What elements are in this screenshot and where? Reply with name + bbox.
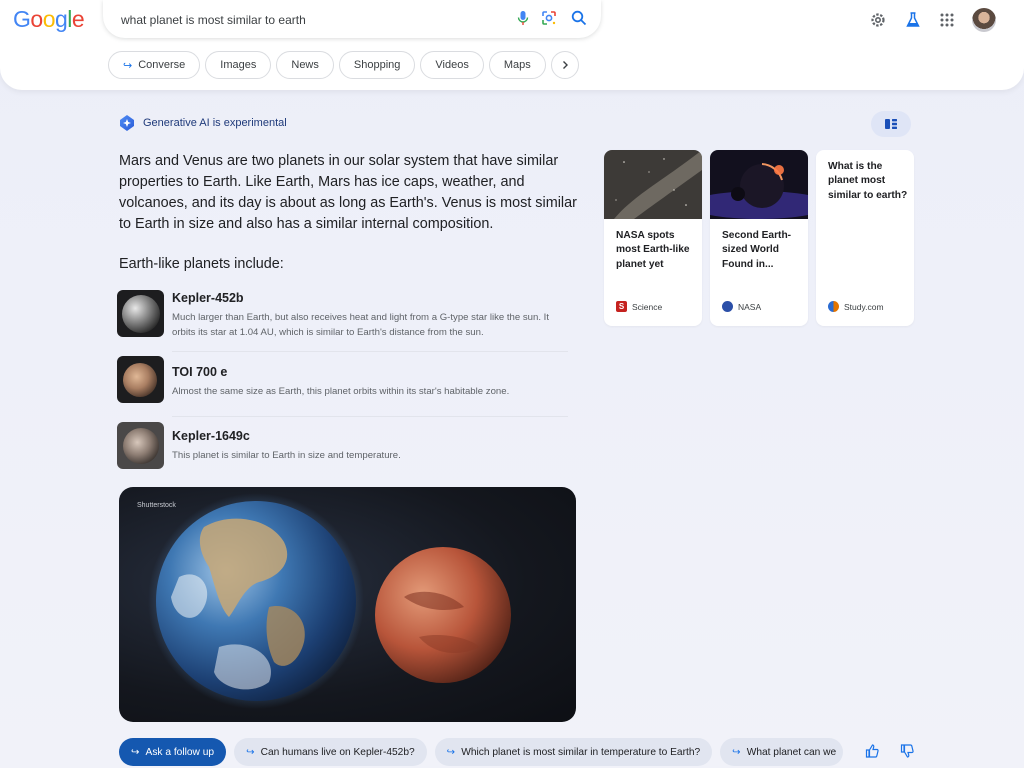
thumbs-up-icon bbox=[865, 744, 879, 758]
logo-letter: e bbox=[71, 6, 85, 32]
planet-description: Much larger than Earth, but also receive… bbox=[172, 312, 550, 338]
layout-toggle-button[interactable] bbox=[871, 111, 911, 137]
search-input[interactable]: what planet is most similar to earth bbox=[121, 13, 306, 27]
logo-letter: o bbox=[42, 6, 56, 32]
layout-icon bbox=[885, 119, 897, 129]
settings-icon[interactable] bbox=[869, 11, 887, 29]
list-item[interactable]: Kepler-452b Much larger than Earth, but … bbox=[117, 290, 569, 340]
arrow-icon: ↪ bbox=[732, 746, 741, 758]
search-box[interactable]: what planet is most similar to earth bbox=[103, 0, 601, 38]
follow-up-suggestion[interactable]: ↪ What planet can we bbox=[720, 738, 844, 766]
tab-label: Shopping bbox=[353, 59, 401, 71]
list-item[interactable]: Kepler-1649c This planet is similar to E… bbox=[117, 422, 569, 470]
thumbs-down-icon bbox=[900, 744, 914, 758]
tab-news[interactable]: News bbox=[276, 51, 334, 79]
follow-up-suggestion[interactable]: ↪ Can humans live on Kepler-452b? bbox=[234, 738, 427, 766]
source-site: S Science bbox=[616, 301, 662, 312]
account-avatar[interactable] bbox=[972, 8, 996, 32]
planet-description: Almost the same size as Earth, this plan… bbox=[172, 386, 510, 397]
source-card[interactable]: What is the planet most similar to earth… bbox=[816, 150, 914, 326]
arrow-icon: ↪ bbox=[446, 746, 456, 758]
google-logo[interactable]: Google bbox=[13, 6, 85, 33]
planet-name[interactable]: Kepler-452b bbox=[172, 291, 244, 305]
planet-thumbnail bbox=[117, 422, 164, 469]
source-thumbnail bbox=[604, 150, 702, 219]
labs-icon[interactable] bbox=[904, 11, 922, 29]
source-title[interactable]: Second Earth-sized World Found in... bbox=[722, 229, 802, 272]
logo-letter: g bbox=[54, 6, 68, 32]
follow-up-label: Ask a follow up bbox=[145, 746, 215, 758]
more-tabs-button[interactable] bbox=[550, 51, 579, 79]
search-icon[interactable] bbox=[570, 9, 588, 27]
tab-maps[interactable]: Maps bbox=[488, 51, 546, 79]
ai-badge-label: Generative AI is experimental bbox=[143, 117, 287, 129]
source-site-name: NASA bbox=[738, 301, 762, 312]
study-logo-icon bbox=[828, 301, 839, 312]
earth-like-heading: Earth-like planets include: bbox=[119, 256, 284, 272]
source-site-name: Study.com bbox=[844, 301, 884, 312]
arrow-icon: ↪ bbox=[123, 59, 133, 72]
generative-ai-icon bbox=[120, 115, 134, 131]
ai-experimental-badge: Generative AI is experimental bbox=[118, 114, 287, 132]
lens-icon[interactable] bbox=[540, 9, 558, 27]
earth-mars-image[interactable]: Shutterstock bbox=[119, 487, 576, 722]
tab-images[interactable]: Images bbox=[205, 51, 272, 79]
list-item[interactable]: TOI 700 e Almost the same size as Earth,… bbox=[117, 356, 569, 404]
source-thumbnail bbox=[710, 150, 808, 219]
thumbs-up-button[interactable] bbox=[861, 740, 883, 762]
ai-summary-text: Mars and Venus are two planets in our so… bbox=[119, 153, 577, 232]
tab-videos[interactable]: Videos bbox=[420, 51, 484, 79]
follow-up-suggestion[interactable]: ↪ Which planet is most similar in temper… bbox=[434, 738, 713, 766]
planet-thumbnail bbox=[117, 290, 164, 337]
planet-thumbnail bbox=[117, 356, 164, 403]
source-card[interactable]: Second Earth-sized World Found in... NAS… bbox=[710, 150, 808, 326]
apps-icon[interactable] bbox=[938, 11, 956, 29]
search-header: Google what planet is most similar to ea… bbox=[0, 0, 1024, 90]
source-site-name: Science bbox=[632, 301, 663, 312]
tab-label: Videos bbox=[435, 59, 469, 71]
follow-up-label: What planet can we bbox=[746, 746, 837, 758]
mic-icon[interactable] bbox=[514, 9, 532, 27]
divider bbox=[172, 416, 568, 417]
nasa-logo-icon bbox=[722, 301, 733, 312]
follow-up-bar: ↪ Ask a follow up ↪ Can humans live on K… bbox=[119, 738, 844, 766]
arrow-icon: ↪ bbox=[131, 746, 140, 758]
follow-up-label: Can humans live on Kepler-452b? bbox=[260, 746, 415, 758]
source-card[interactable]: NASA spots most Earth-like planet yet S … bbox=[604, 150, 702, 326]
tab-label: Maps bbox=[503, 59, 531, 71]
tab-label: Images bbox=[220, 59, 257, 71]
planet-name[interactable]: Kepler-1649c bbox=[172, 429, 250, 443]
source-title[interactable]: What is the planet most similar to earth… bbox=[828, 160, 908, 203]
search-tabs: ↪ Converse Images News Shopping Videos M… bbox=[108, 51, 579, 79]
arrow-icon: ↪ bbox=[246, 746, 255, 758]
chevron-right-icon bbox=[562, 61, 568, 69]
tab-label: News bbox=[291, 59, 319, 71]
source-site: NASA bbox=[722, 301, 761, 312]
tab-shopping[interactable]: Shopping bbox=[338, 51, 416, 79]
science-logo-icon: S bbox=[616, 301, 627, 312]
tab-converse[interactable]: ↪ Converse bbox=[108, 51, 201, 79]
source-title[interactable]: NASA spots most Earth-like planet yet bbox=[616, 229, 696, 272]
thumbs-down-button[interactable] bbox=[896, 740, 918, 762]
planet-name[interactable]: TOI 700 e bbox=[172, 365, 227, 379]
logo-letter: o bbox=[30, 6, 43, 32]
divider bbox=[172, 351, 568, 352]
tab-label: Converse bbox=[138, 59, 186, 71]
logo-letter: G bbox=[13, 6, 31, 32]
source-site: Study.com bbox=[828, 301, 884, 312]
ask-follow-up-button[interactable]: ↪ Ask a follow up bbox=[119, 738, 227, 766]
planet-description: This planet is similar to Earth in size … bbox=[172, 450, 401, 461]
planets-illustration bbox=[148, 493, 511, 709]
follow-up-label: Which planet is most similar in temperat… bbox=[461, 746, 701, 758]
